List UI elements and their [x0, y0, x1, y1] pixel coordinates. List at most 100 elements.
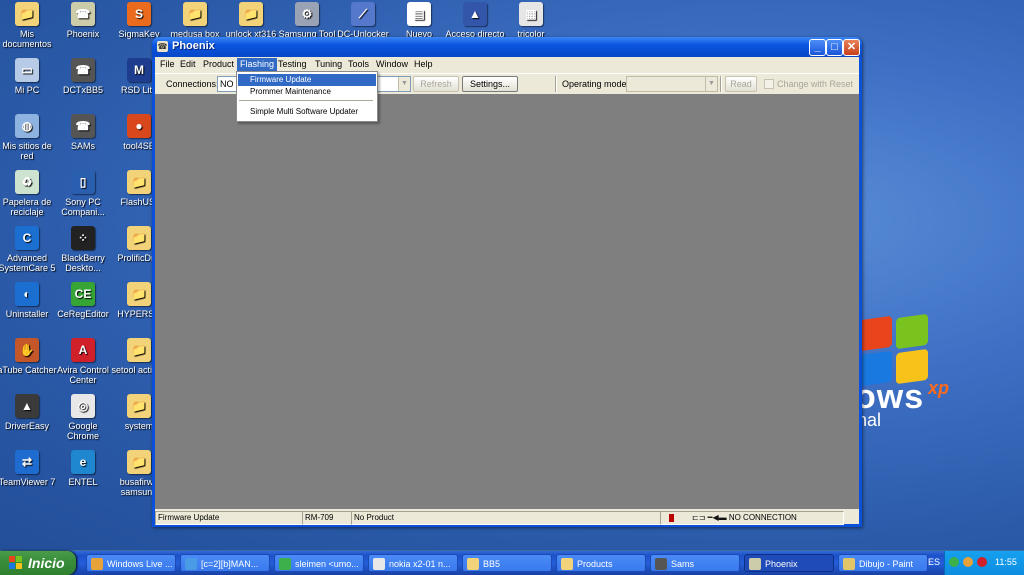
folder-icon: 📁	[239, 2, 263, 26]
desktop-icon-label: Phoenix	[66, 29, 100, 39]
refresh-button[interactable]: Refresh	[413, 76, 459, 92]
desktop-icon[interactable]: ▲ Acceso directo	[444, 2, 506, 39]
folder-icon: 📁	[127, 226, 151, 250]
clock[interactable]: 11:55	[995, 557, 1017, 567]
menu-flashing[interactable]: Flashing	[237, 58, 278, 71]
gear-icon: ⚙	[295, 2, 319, 26]
desktop-icon[interactable]: A Avira Control Center	[52, 338, 114, 385]
desktop-icon-label: CeRegEditor	[57, 309, 109, 319]
maximize-button[interactable]: □	[826, 39, 843, 56]
desktop-icon[interactable]: ◎ Google Chrome	[52, 394, 114, 441]
desktop-icon[interactable]: ▦ tricolor	[500, 2, 562, 39]
taskbar: Inicio Windows Live ... [c=2][b]MAN... sle…	[0, 551, 1024, 575]
title-bar[interactable]: ☎ Phoenix _ □ ✕	[152, 37, 862, 57]
desktop-icon[interactable]: S SigmaKey	[108, 2, 170, 39]
menu-window[interactable]: Window	[373, 58, 411, 71]
desktop-icon[interactable]: ✋ aTube Catcher	[0, 338, 58, 375]
folder-icon: 📁	[127, 170, 151, 194]
status-product-code: RM-709	[302, 511, 352, 525]
desktop-icon[interactable]: ⚙ Samsung Tool	[276, 2, 338, 39]
taskbar-button[interactable]: BB5	[462, 554, 552, 572]
menu-tuning[interactable]: Tuning	[312, 58, 345, 71]
desktop-icon[interactable]: ☎ Phoenix	[52, 2, 114, 39]
tray-network-icon[interactable]	[949, 557, 959, 567]
desktop-icon-label: DCTxBB5	[62, 85, 103, 95]
taskbar-button[interactable]: sleimen <umo...	[274, 554, 364, 572]
desktop-icon[interactable]: C Advanced SystemCare 5	[0, 226, 58, 273]
taskbar-button-label: Products	[577, 559, 613, 569]
menu-product[interactable]: Product	[200, 58, 237, 71]
desktop-icon-label: Mis sitios de red	[2, 141, 52, 161]
recycle-bin-icon: ♻	[15, 170, 39, 194]
desktop-icon[interactable]: ♻ Papelera de reciclaje	[0, 170, 58, 217]
taskbar-app-icon	[467, 558, 479, 570]
chevron-down-icon[interactable]: ▼	[398, 77, 410, 91]
tool4se-icon: ●	[127, 114, 151, 138]
toolbar-separator	[555, 76, 557, 92]
taskbar-button[interactable]: Sams	[650, 554, 740, 572]
taskbar-button-label: Dibujo - Paint	[859, 559, 914, 569]
menu-testing[interactable]: Testing	[275, 58, 310, 71]
taskbar-button[interactable]: Phoenix	[744, 554, 834, 572]
tray-antivirus-icon[interactable]	[977, 557, 987, 567]
close-button[interactable]: ✕	[843, 39, 860, 56]
my-documents-icon: 📁	[15, 2, 39, 26]
taskbar-app-icon	[279, 558, 291, 570]
desktop-icon-label: DriverEasy	[4, 421, 49, 431]
menu-file[interactable]: File	[157, 58, 178, 71]
uninstaller-icon: ◐	[15, 282, 39, 306]
menu-item-prommer-maintenance[interactable]: Prommer Maintenance	[238, 86, 376, 98]
desktop-icon[interactable]: ⁘ BlackBerry Deskto...	[52, 226, 114, 273]
taskbar-button[interactable]: [c=2][b]MAN...	[180, 554, 270, 572]
desktop-icon-label: aTube Catcher	[0, 365, 57, 375]
change-with-reset-checkbox[interactable]	[764, 79, 774, 89]
desktop-icon-label: Avira Control Center	[57, 365, 109, 385]
desktop-icon[interactable]: CE CeRegEditor	[52, 282, 114, 319]
desktop-icon[interactable]: e ENTEL	[52, 450, 114, 487]
start-button[interactable]: Inicio	[0, 551, 76, 575]
menu-edit[interactable]: Edit	[177, 58, 199, 71]
folder-icon: 📁	[127, 338, 151, 362]
taskbar-button[interactable]: Products	[556, 554, 646, 572]
settings-button[interactable]: Settings...	[462, 76, 518, 92]
desktop-icon-label: BlackBerry Deskto...	[61, 253, 105, 273]
operating-mode-select[interactable]: ▼	[626, 76, 718, 92]
language-indicator[interactable]: ES	[928, 557, 940, 567]
phoenix-icon: ☎	[71, 2, 95, 26]
tray-volume-icon[interactable]	[963, 557, 973, 567]
xp-wordmark: xp	[928, 378, 950, 398]
connections-label: Connections:	[166, 79, 219, 89]
taskbar-button[interactable]: Windows Live ...	[86, 554, 176, 572]
desktop-icon[interactable]: ☎ SAMs	[52, 114, 114, 151]
folder-icon: 📁	[127, 450, 151, 474]
taskbar-button[interactable]: Dibujo - Paint	[838, 554, 928, 572]
desktop-icon[interactable]: ⟋ DC-Unlocker	[332, 2, 394, 39]
taskbar-button-label: nokia x2-01 n...	[389, 559, 451, 569]
desktop-icon[interactable]: ◍ Mis sitios de red	[0, 114, 58, 161]
taskbar-button[interactable]: nokia x2-01 n...	[368, 554, 458, 572]
menu-tools[interactable]: Tools	[345, 58, 372, 71]
menu-item-simple-multi-software-updater[interactable]: Simple Multi Software Updater	[238, 106, 376, 118]
menu-item-firmware-update[interactable]: Firmware Update	[238, 74, 376, 86]
minimize-button[interactable]: _	[809, 39, 826, 56]
desktop-icon[interactable]: ▭ Mi PC	[0, 58, 58, 95]
desktop-icon[interactable]: ◐ Uninstaller	[0, 282, 58, 319]
chevron-down-icon[interactable]: ▼	[705, 77, 717, 91]
read-button[interactable]: Read	[725, 76, 757, 92]
folder-icon: 📁	[183, 2, 207, 26]
phoenix-app-icon[interactable]: ☎	[157, 41, 168, 52]
desktop-icon[interactable]: ▤ Nuevo	[388, 2, 450, 39]
desktop-icon[interactable]: ⇄ TeamViewer 7	[0, 450, 58, 487]
desktop-icon[interactable]: ▯ Sony PC Compani...	[52, 170, 114, 217]
status-connection: NO CONNECTION	[728, 513, 797, 522]
desktop-icon[interactable]: ☎ DCTxBB5	[52, 58, 114, 95]
desktop-icon[interactable]: 📁 Mis documentos	[0, 2, 58, 49]
desktop-icon[interactable]: 📁 medusa box	[164, 2, 226, 39]
phone-tool-icon: ☎	[71, 114, 95, 138]
desktop-icon[interactable]: 📁 unlock xt316	[220, 2, 282, 39]
menu-help[interactable]: Help	[411, 58, 436, 71]
windows-xp-logo	[860, 313, 930, 387]
my-computer-icon: ▭	[15, 58, 39, 82]
cable-icon: ⊏⊐ ━◀▬	[692, 513, 729, 522]
desktop-icon[interactable]: ▲ DriverEasy	[0, 394, 58, 431]
